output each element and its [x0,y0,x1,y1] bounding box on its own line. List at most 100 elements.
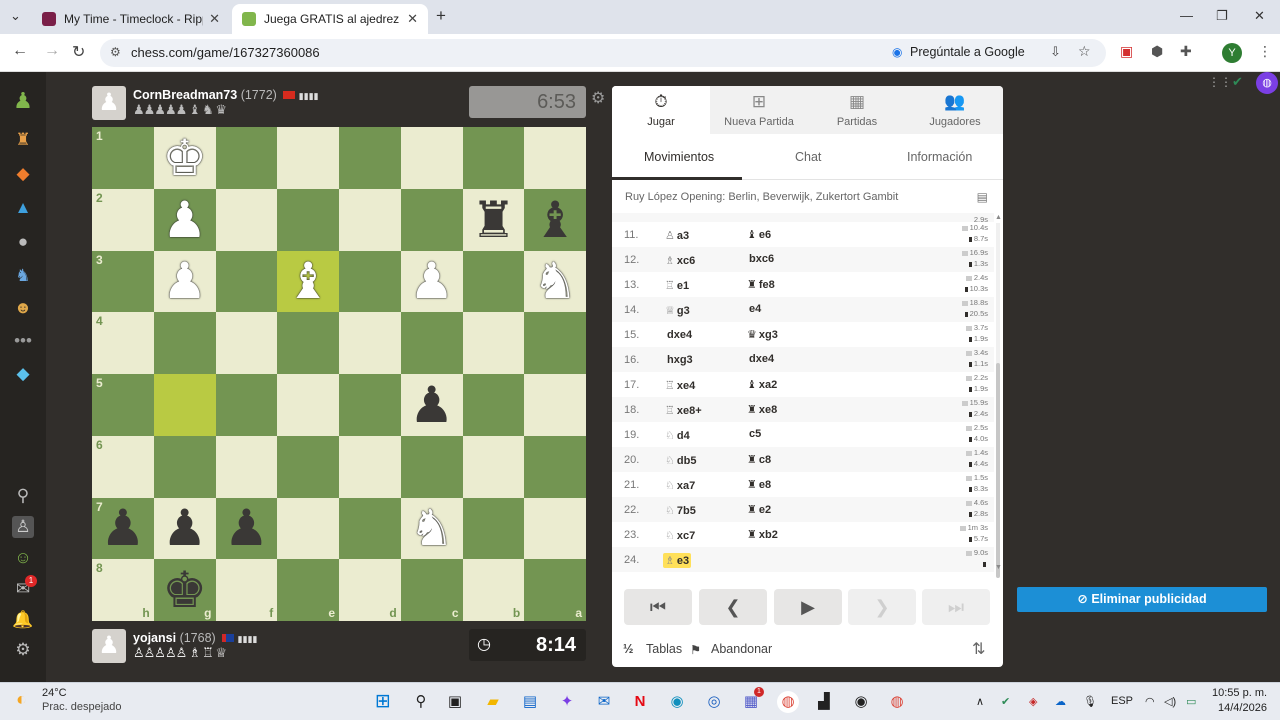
microphone-icon[interactable]: 🎙 [1083,695,1097,708]
black-move[interactable]: bxc6 [747,253,774,265]
square-f2[interactable] [215,188,278,251]
tray-k-icon[interactable]: ✔ [1001,695,1010,708]
forward-icon[interactable]: → [44,42,60,60]
remove-ads-button[interactable]: ⊘ Eliminar publicidad [1017,587,1267,612]
square-d7[interactable] [339,497,401,560]
square-a7[interactable] [524,497,586,560]
square-b5[interactable] [462,374,525,436]
white-move[interactable]: ♗ e3 [663,553,692,568]
square-g1[interactable]: ♚ [153,127,216,189]
black-move[interactable]: ♜ e8 [747,478,771,491]
white-move[interactable]: ♕ g3 [663,303,692,318]
square-d1[interactable] [339,127,401,189]
chess-board[interactable]: 1 ♚ 2 ♟ ♜ ♝ 3 ♟ ♝ ♟ ♞ 4 5 ♟ 6 7♟ ♟ ♟ ♞ [92,127,586,621]
tray-security-icon[interactable]: ◈ [1029,695,1037,708]
ask-google-button[interactable]: Pregúntale a Google [910,45,1025,59]
white-pawn-piece[interactable]: ♟ [162,256,207,306]
black-bishop-piece[interactable]: ♝ [533,195,578,245]
square-d5[interactable] [339,374,401,436]
play-icon[interactable]: ♜ [12,129,34,151]
black-move[interactable]: c5 [747,428,761,440]
wifi-icon[interactable]: ◠ [1145,695,1155,708]
close-window-icon[interactable]: ✕ [1254,8,1265,24]
clock-time[interactable]: 10:55 p. m. [1212,687,1267,699]
black-move[interactable]: dxe4 [747,353,774,365]
bookmark-star-icon[interactable]: ☆ [1078,43,1091,60]
social-icon[interactable]: ☻ [12,297,34,319]
white-bishop-piece[interactable]: ♝ [286,256,331,306]
square-c8[interactable]: c [400,559,463,621]
square-a8[interactable]: a [524,559,586,621]
scroll-up-icon[interactable]: ▲ [995,214,1002,221]
square-c4[interactable] [400,312,463,374]
learn-icon[interactable]: ▲ [12,197,34,219]
square-a4[interactable] [524,312,586,374]
obs-icon[interactable]: ◉ [850,691,872,713]
square-c3[interactable]: ♟ [400,250,463,313]
white-move[interactable]: ♘ 7b5 [663,503,698,518]
store-icon[interactable]: ▤ [519,691,541,713]
black-move[interactable]: ♝ xa2 [747,378,777,391]
square-a5[interactable] [524,374,586,436]
close-tab-icon[interactable]: ✕ [209,11,220,27]
browser-menu-icon[interactable]: ⋮ [1258,43,1272,60]
square-e1[interactable] [277,127,339,189]
black-move[interactable] [747,553,749,565]
tab-informacion[interactable]: Información [907,150,972,164]
square-e5[interactable] [277,374,339,436]
play-moves-button[interactable]: ▶ [774,589,842,625]
url-text[interactable]: chess.com/game/167327360086 [131,45,320,60]
white-pawn-piece[interactable]: ♟ [162,195,207,245]
square-f6[interactable] [215,435,278,498]
square-d6[interactable] [339,435,401,498]
edge-icon[interactable]: ◉ [666,691,688,713]
black-king-piece[interactable]: ♚ [162,565,207,615]
square-c2[interactable] [400,188,463,251]
black-rook-piece[interactable]: ♜ [471,195,516,245]
square-d8[interactable]: d [339,559,401,621]
square-c6[interactable] [400,435,463,498]
tab-movimientos[interactable]: Movimientos [644,150,714,164]
square-h6[interactable]: 6 [92,435,154,498]
teams-icon[interactable]: ✦ [556,691,578,713]
player-name[interactable]: CornBreadman73 [133,88,237,102]
maximize-icon[interactable]: ❐ [1216,8,1228,24]
square-g5[interactable] [153,374,216,436]
square-h8[interactable]: 8h [92,559,154,621]
square-d2[interactable] [339,188,401,251]
black-move[interactable]: ♜ e2 [747,503,771,516]
square-b6[interactable] [462,435,525,498]
flip-board-icon[interactable]: ⇅ [972,639,985,659]
previous-move-button[interactable]: ❮ [699,589,767,625]
square-a2[interactable]: ♝ [524,188,586,251]
square-f3[interactable] [215,250,278,313]
black-pawn-piece[interactable]: ♟ [224,503,269,553]
extension-icon[interactable]: ⬢ [1151,43,1163,60]
square-d4[interactable] [339,312,401,374]
white-move[interactable]: ♘ xa7 [663,478,697,493]
news-icon[interactable]: ♞ [12,265,34,287]
square-f8[interactable]: f [215,559,278,621]
square-e2[interactable] [277,188,339,251]
book-icon[interactable]: ▤ [977,190,988,204]
square-e4[interactable] [277,312,339,374]
square-h2[interactable]: 2 [92,188,154,251]
black-move[interactable]: ♛ xg3 [747,328,778,341]
more-icon[interactable]: ••• [12,330,34,352]
minimize-icon[interactable]: — [1180,8,1193,23]
black-move[interactable]: ♜ xb2 [747,528,778,541]
square-b8[interactable]: b [462,559,525,621]
black-move[interactable]: ♜ xe8 [747,403,777,416]
white-pawn-piece[interactable]: ♟ [409,256,454,306]
draw-button[interactable]: Tablas [646,642,682,656]
white-move[interactable]: ♖ e1 [663,278,691,293]
battery-icon[interactable]: ▭ [1186,695,1196,708]
settings-icon[interactable]: ⚙ [12,639,34,661]
tray-overflow-icon[interactable]: ∧ [976,695,984,708]
watch-icon[interactable]: ● [12,231,34,253]
square-h5[interactable]: 5 [92,374,154,436]
weather-icon[interactable]: ◐ [16,689,27,710]
square-e8[interactable]: e [277,559,339,621]
browser-tab-rippling[interactable]: My Time - Timeclock - Rippling ✕ [32,4,230,34]
weather-desc[interactable]: Prac. despejado [42,701,122,713]
